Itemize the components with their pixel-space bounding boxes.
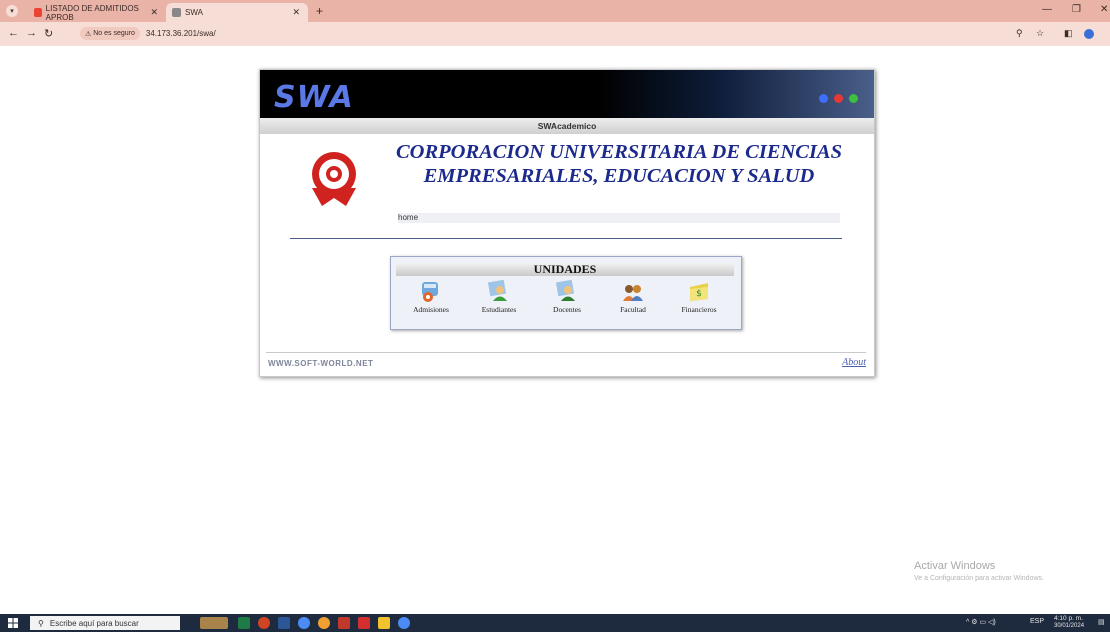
teachers-icon: [556, 279, 575, 301]
breadcrumb: home: [398, 213, 840, 223]
decorative-figures: [819, 94, 858, 103]
gmail-icon: [34, 8, 42, 17]
office-icon[interactable]: [258, 617, 270, 629]
breadcrumb-home[interactable]: home: [398, 213, 418, 222]
page-favicon-icon: [172, 8, 181, 17]
windows-start-icon[interactable]: [8, 618, 18, 628]
admissions-icon: [422, 282, 438, 302]
app-name-bar: SWAcademico: [260, 118, 874, 134]
tab-search-button[interactable]: ▾: [6, 5, 18, 17]
institution-title: CORPORACION UNIVERSITARIA DE CIENCIAS EM…: [395, 141, 843, 187]
footer-brand: WWW.SOFT-WORLD.NET: [268, 359, 374, 368]
browser-tab-swa[interactable]: SWA ✕: [166, 3, 308, 22]
browser-toolbar: ← → ↻ ⚠ No es seguro 34.173.36.201/swa/ …: [0, 22, 1110, 46]
unit-label: Facultad: [620, 305, 646, 314]
swa-banner: SWA: [260, 70, 874, 118]
windows-taskbar: ⚲ Escribe aquí para buscar ^ ⚙ ▭ ◁) ESP …: [0, 614, 1110, 632]
bookmark-star-icon[interactable]: ☆: [1036, 28, 1044, 39]
access-icon[interactable]: [338, 617, 350, 629]
profile-avatar[interactable]: [1084, 29, 1094, 39]
browser-tab-admitidos[interactable]: LISTADO DE ADMITIDOS APROB ✕: [28, 3, 166, 22]
zoom-icon[interactable]: ⚲: [1016, 28, 1023, 39]
activation-watermark-subtitle: Ve a Configuración para activar Windows.: [914, 575, 1044, 582]
footer-divider: [266, 352, 866, 353]
green-figure-icon: [849, 94, 858, 103]
finance-icon: $: [690, 283, 708, 301]
svg-text:$: $: [696, 289, 702, 299]
divider: [290, 238, 842, 239]
students-icon: [488, 279, 507, 301]
minimize-icon[interactable]: —: [1042, 4, 1052, 15]
clock-date[interactable]: 30/01/2024: [1054, 623, 1084, 629]
clock-time[interactable]: 4:10 p. m.: [1054, 615, 1083, 622]
red-figure-icon: [834, 94, 843, 103]
url-text[interactable]: 34.173.36.201/swa/: [146, 29, 216, 38]
taskbar-search[interactable]: ⚲ Escribe aquí para buscar: [30, 616, 180, 630]
sidepanel-icon[interactable]: ◧: [1064, 28, 1073, 39]
browser-icon[interactable]: [318, 617, 330, 629]
unit-financieros[interactable]: $ Financieros: [669, 279, 729, 314]
about-link[interactable]: About: [842, 357, 866, 368]
language-indicator[interactable]: ESP: [1030, 618, 1044, 625]
browser-tab-bar: ▾ LISTADO DE ADMITIDOS APROB ✕ SWA ✕ + —…: [0, 0, 1110, 22]
tab-title: SWA: [185, 8, 203, 17]
unit-label: Admisiones: [413, 305, 449, 314]
word-icon[interactable]: [278, 617, 290, 629]
close-tab-icon[interactable]: ✕: [150, 7, 158, 18]
swa-logo: SWA: [274, 80, 354, 115]
security-indicator[interactable]: ⚠ No es seguro: [80, 27, 140, 40]
university-seal-icon: [312, 152, 356, 206]
blue-figure-icon: [819, 94, 828, 103]
excel-icon[interactable]: [238, 617, 250, 629]
units-title: UNIDADES: [396, 263, 734, 276]
unit-label: Estudiantes: [481, 305, 517, 314]
back-button[interactable]: ←: [8, 27, 19, 39]
unit-docentes[interactable]: Docentes: [537, 279, 597, 314]
chrome-icon[interactable]: [298, 617, 310, 629]
news-widget-icon[interactable]: [200, 617, 228, 629]
unit-facultad[interactable]: Facultad: [603, 279, 663, 314]
security-label: No es seguro: [93, 30, 135, 37]
swa-main-frame: SWA SWAcademico CORPORACION UNIVERSITARI…: [259, 69, 875, 377]
reload-button[interactable]: ↻: [44, 27, 53, 40]
chrome-active-icon[interactable]: [398, 617, 410, 629]
maximize-icon[interactable]: ❐: [1072, 4, 1081, 15]
tray-icons[interactable]: ^ ⚙ ▭ ◁): [966, 618, 996, 626]
acrobat-icon[interactable]: [358, 617, 370, 629]
unit-admisiones[interactable]: Admisiones: [401, 279, 461, 314]
search-placeholder: Escribe aquí para buscar: [49, 618, 139, 628]
new-tab-button[interactable]: +: [316, 4, 323, 18]
activation-watermark-title: Activar Windows: [914, 560, 996, 572]
forward-button[interactable]: →: [26, 27, 37, 39]
close-tab-icon[interactable]: ✕: [292, 7, 300, 18]
units-panel: UNIDADES Admisiones Estudiantes Docentes: [390, 256, 742, 330]
unit-estudiantes[interactable]: Estudiantes: [469, 279, 529, 314]
unit-label: Financieros: [681, 305, 717, 314]
notifications-icon[interactable]: ▤: [1098, 618, 1105, 626]
faculty-icon: [623, 285, 643, 301]
file-explorer-icon[interactable]: [378, 617, 390, 629]
search-icon: ⚲: [38, 618, 44, 628]
close-window-icon[interactable]: ✕: [1100, 4, 1108, 15]
unit-label: Docentes: [553, 305, 581, 314]
warning-icon: ⚠: [85, 30, 94, 38]
address-bar[interactable]: ⚠ No es seguro 34.173.36.201/swa/: [78, 25, 978, 42]
tab-title: LISTADO DE ADMITIDOS APROB: [45, 3, 139, 22]
